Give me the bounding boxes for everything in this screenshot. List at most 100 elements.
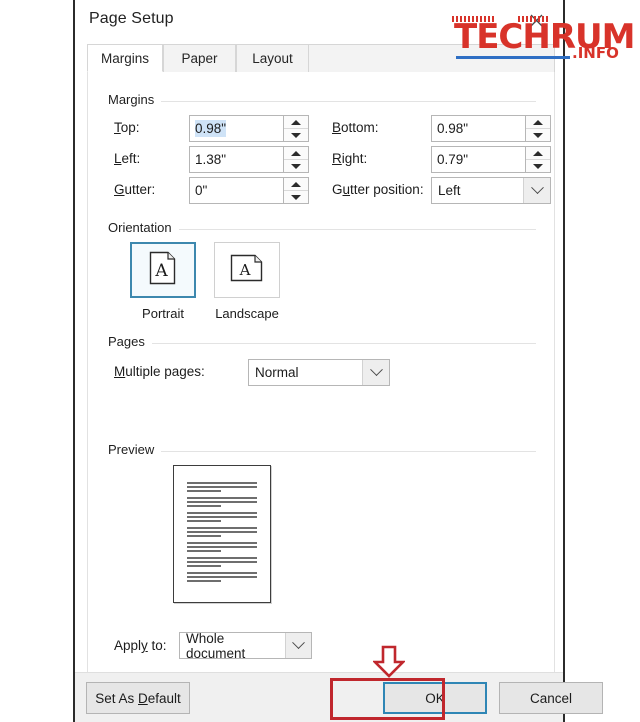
preview-line (187, 535, 221, 537)
tab-paper-label: Paper (181, 51, 218, 66)
page-preview (173, 465, 271, 603)
preview-line (187, 550, 221, 552)
apply-to-select[interactable]: Whole document (179, 631, 312, 661)
preview-group-header: Preview (108, 442, 536, 457)
left-margin-spin-down-icon[interactable] (284, 160, 308, 172)
top-margin-spin-down-icon[interactable] (284, 129, 308, 141)
set-as-default-button[interactable]: Set As Default (86, 682, 190, 714)
right-margin-input[interactable]: 0.79" (431, 146, 526, 173)
preview-line (187, 576, 257, 578)
orientation-portrait-option[interactable]: A (130, 242, 196, 298)
preview-group-label: Preview (108, 442, 162, 457)
preview-paragraph (187, 512, 257, 522)
margins-group-header: Margins (108, 92, 536, 107)
ok-button[interactable]: OK (383, 682, 487, 714)
preview-paragraph (187, 542, 257, 552)
preview-line (187, 505, 221, 507)
svg-text:A: A (239, 261, 251, 279)
preview-line (187, 512, 257, 514)
dialog-titlebar: Page Setup (75, 0, 563, 40)
top-margin-spin-up-icon[interactable] (284, 116, 308, 129)
tab-layout[interactable]: Layout (236, 44, 309, 72)
multiple-pages-label: Multiple pages: (114, 364, 205, 379)
gutter-spin-up-icon[interactable] (284, 178, 308, 191)
left-margin-spin-up-icon[interactable] (284, 147, 308, 160)
orientation-landscape-option[interactable]: A (214, 242, 280, 298)
dialog-footer: Set As Default OK Cancel (75, 672, 603, 722)
chevron-down-icon[interactable] (284, 633, 311, 658)
left-margin-input[interactable]: 1.38" (189, 146, 284, 173)
preview-paragraph (187, 557, 257, 567)
gutter-spin-down-icon[interactable] (284, 191, 308, 203)
margins-tab-panel: Margins Top: 0.98" Bottom: 0.98" Left: 1… (87, 72, 555, 672)
orientation-landscape-label: Landscape (215, 306, 279, 321)
top-margin-label: Top: (114, 120, 140, 135)
preview-line (187, 490, 221, 492)
dialog-tabstrip: Margins Paper Layout (87, 44, 555, 73)
top-margin-spin-buttons[interactable] (284, 115, 309, 142)
top-margin-input[interactable]: 0.98" (189, 115, 284, 142)
ok-button-label: OK (425, 690, 445, 706)
orientation-group-label: Orientation (108, 220, 179, 235)
right-margin-spin-buttons[interactable] (526, 146, 551, 173)
bottom-margin-spinner[interactable]: 0.98" (431, 115, 551, 142)
gutter-spin-buttons[interactable] (284, 177, 309, 204)
dialog-title: Page Setup (89, 10, 174, 27)
orientation-group-header: Orientation (108, 220, 536, 235)
multiple-pages-value: Normal (255, 365, 299, 380)
right-margin-value: 0.79" (437, 152, 469, 167)
gutter-position-label: Gutter position: (332, 182, 424, 197)
set-as-default-label: Set As Default (95, 690, 181, 706)
pages-group-label: Pages (108, 334, 152, 349)
tab-layout-label: Layout (252, 51, 293, 66)
svg-text:A: A (154, 261, 168, 281)
bottom-margin-spin-buttons[interactable] (526, 115, 551, 142)
bottom-margin-spin-up-icon[interactable] (526, 116, 550, 129)
preview-line (187, 542, 257, 544)
gutter-position-select[interactable]: Left (431, 177, 551, 204)
preview-line (187, 546, 257, 548)
top-margin-spinner[interactable]: 0.98" (189, 115, 309, 142)
gutter-position-value: Left (438, 183, 461, 198)
preview-paragraph (187, 572, 257, 582)
top-margin-value: 0.98" (195, 120, 227, 137)
tab-margins[interactable]: Margins (87, 44, 163, 72)
gutter-value: 0" (195, 183, 208, 198)
gutter-label: Gutter: (114, 182, 156, 197)
pages-group-header: Pages (108, 334, 536, 349)
screenshot-root: Page Setup Margins Paper Layout Margins … (0, 0, 640, 722)
preview-paragraph (187, 527, 257, 537)
preview-line (187, 486, 257, 488)
cancel-button-label: Cancel (529, 690, 573, 706)
preview-paragraph (187, 482, 257, 492)
left-margin-spin-buttons[interactable] (284, 146, 309, 173)
preview-line (187, 580, 221, 582)
page-landscape-icon: A (230, 254, 264, 287)
apply-to-label: Apply to: (114, 638, 167, 653)
chevron-down-icon[interactable] (523, 178, 550, 203)
page-setup-dialog: Page Setup Margins Paper Layout Margins … (73, 0, 603, 722)
gutter-spinner[interactable]: 0" (189, 177, 309, 204)
preview-line (187, 531, 257, 533)
preview-line (187, 516, 257, 518)
right-margin-spinner[interactable]: 0.79" (431, 146, 551, 173)
preview-line (187, 501, 257, 503)
left-margin-spinner[interactable]: 1.38" (189, 146, 309, 173)
right-margin-spin-up-icon[interactable] (526, 147, 550, 160)
cancel-button[interactable]: Cancel (499, 682, 603, 714)
bottom-margin-label: Bottom: (332, 120, 379, 135)
preview-line (187, 565, 221, 567)
preview-line (187, 561, 257, 563)
right-margin-spin-down-icon[interactable] (526, 160, 550, 172)
gutter-input[interactable]: 0" (189, 177, 284, 204)
chevron-down-icon[interactable] (362, 360, 389, 385)
left-margin-label: Left: (114, 151, 141, 166)
multiple-pages-select[interactable]: Normal (248, 359, 390, 386)
tab-paper[interactable]: Paper (163, 44, 236, 72)
close-icon[interactable] (523, 8, 549, 32)
bottom-margin-spin-down-icon[interactable] (526, 129, 550, 141)
margins-group-label: Margins (108, 92, 162, 107)
preview-line (187, 497, 257, 499)
bottom-margin-input[interactable]: 0.98" (431, 115, 526, 142)
bottom-margin-value: 0.98" (437, 121, 469, 136)
